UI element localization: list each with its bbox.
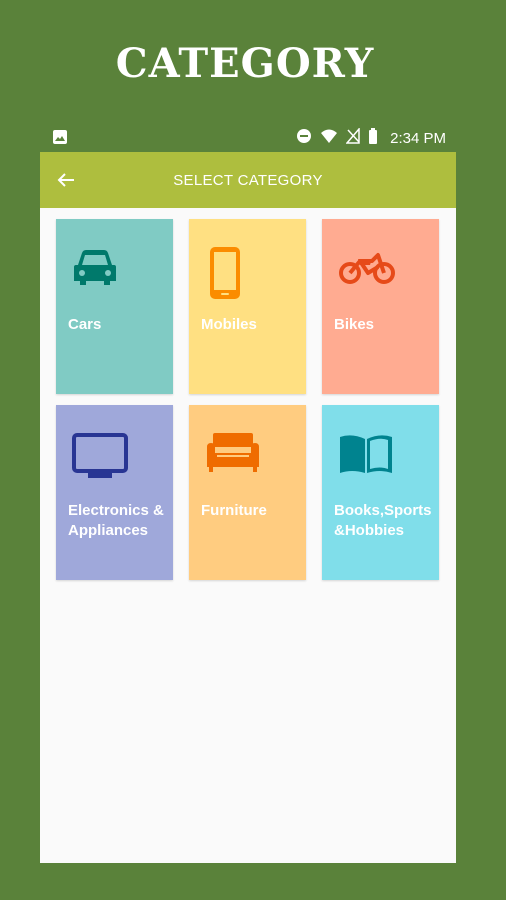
book-icon: [338, 433, 394, 482]
category-tile-books-sports-hobbies[interactable]: Books,Sports &Hobbies: [322, 405, 439, 580]
status-bar: 2:34 PM: [40, 124, 456, 152]
no-signal-icon: [345, 126, 360, 149]
category-tile-furniture[interactable]: Furniture: [189, 405, 306, 580]
category-label: Mobiles: [201, 316, 257, 333]
app-bar-title: SELECT CATEGORY: [173, 171, 323, 189]
wifi-icon: [320, 128, 338, 149]
category-tile-electronics-appliances[interactable]: Electronics & Appliances: [56, 405, 173, 580]
do-not-disturb-icon: [296, 128, 312, 149]
tv-icon: [72, 433, 128, 484]
category-tile-mobiles[interactable]: Mobiles: [189, 219, 306, 394]
category-label: Bikes: [334, 316, 375, 333]
category-label: Cars: [68, 316, 102, 333]
motorbike-icon: [338, 247, 398, 292]
category-label: Furniture: [201, 502, 267, 519]
car-icon: [72, 247, 118, 292]
category-tile-cars[interactable]: Cars: [56, 219, 173, 394]
banner-title: CATEGORY: [115, 40, 375, 87]
arrow-back-icon: [57, 173, 74, 187]
sofa-icon: [205, 433, 261, 478]
battery-icon: [368, 128, 378, 149]
image-notification-icon: [52, 129, 68, 150]
category-tile-bikes[interactable]: Bikes: [322, 219, 439, 394]
status-time: 2:34 PM: [390, 130, 446, 147]
app-screen: SELECT CATEGORY Cars Mobiles Bikes Elect…: [40, 152, 456, 863]
app-bar: SELECT CATEGORY: [40, 152, 456, 208]
mobile-phone-icon: [205, 247, 245, 306]
category-grid: Cars Mobiles Bikes Electronics & Applian…: [56, 219, 440, 580]
category-label: Books,Sports &Hobbies: [334, 502, 432, 539]
back-button[interactable]: [52, 166, 80, 194]
category-label: Electronics & Appliances: [68, 502, 164, 539]
